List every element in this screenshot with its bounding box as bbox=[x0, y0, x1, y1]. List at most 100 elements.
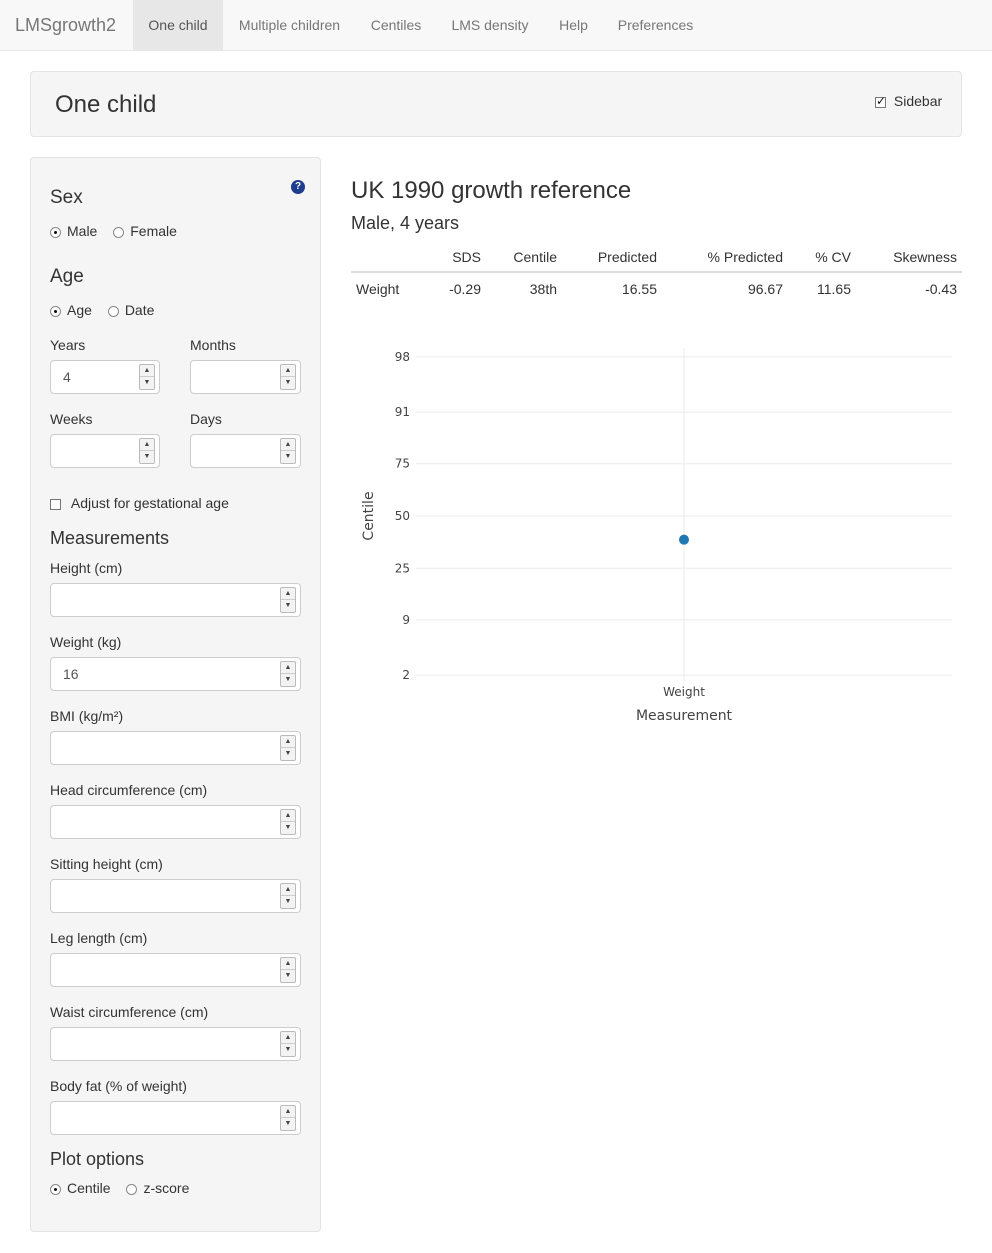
spinner-up-icon[interactable]: ▲ bbox=[281, 662, 295, 674]
spinner-down-icon[interactable]: ▼ bbox=[281, 674, 295, 686]
table-header: SDS bbox=[426, 242, 486, 273]
measurement-label: Head circumference (cm) bbox=[50, 782, 208, 798]
spinner-down-icon[interactable]: ▼ bbox=[281, 600, 295, 612]
spinner-up-icon[interactable]: ▲ bbox=[140, 365, 154, 377]
plot-options-heading: Plot options bbox=[50, 1149, 145, 1169]
plot-options-radio-group: Centile z-score bbox=[50, 1180, 201, 1196]
measurement-spinner[interactable]: ▲ ▼ bbox=[280, 661, 296, 687]
days-input[interactable]: ▲ ▼ bbox=[190, 434, 301, 468]
weeks-input[interactable]: ▲ ▼ bbox=[50, 434, 160, 468]
measurement-input[interactable]: 16 ▲ ▼ bbox=[50, 657, 301, 691]
table-header: Predicted bbox=[562, 242, 662, 273]
radio-male-label: Male bbox=[67, 223, 98, 239]
table-header: % Predicted bbox=[662, 242, 788, 273]
measurement-input[interactable]: ▲ ▼ bbox=[50, 879, 301, 913]
spinner-up-icon[interactable]: ▲ bbox=[281, 810, 295, 822]
spinner-up-icon[interactable]: ▲ bbox=[281, 439, 295, 451]
y-tick-label: 91 bbox=[395, 405, 410, 419]
radio-female[interactable] bbox=[113, 226, 125, 238]
measurement-spinner[interactable]: ▲ ▼ bbox=[280, 1031, 296, 1057]
table-header bbox=[351, 242, 426, 273]
question-circle-icon[interactable]: ? bbox=[291, 180, 305, 194]
sex-option-female[interactable]: Female bbox=[113, 223, 177, 239]
spinner-up-icon[interactable]: ▲ bbox=[281, 588, 295, 600]
app-brand[interactable]: LMSgrowth2 bbox=[15, 15, 116, 36]
radio-age-label: Age bbox=[67, 302, 92, 318]
radio-date[interactable] bbox=[107, 305, 119, 317]
table-header-row: SDS Centile Predicted % Predicted % CV S… bbox=[351, 242, 962, 273]
table-header: Skewness bbox=[856, 242, 962, 273]
radio-female-label: Female bbox=[130, 223, 177, 239]
months-spinner[interactable]: ▲ ▼ bbox=[280, 364, 296, 390]
measurement-spinner[interactable]: ▲ ▼ bbox=[280, 957, 296, 983]
spinner-down-icon[interactable]: ▼ bbox=[140, 377, 154, 389]
measurement-spinner[interactable]: ▲ ▼ bbox=[280, 735, 296, 761]
sex-radio-group: Male Female bbox=[50, 223, 189, 239]
years-input[interactable]: 4 ▲ ▼ bbox=[50, 360, 160, 394]
spinner-up-icon[interactable]: ▲ bbox=[281, 736, 295, 748]
plot-option-centile[interactable]: Centile bbox=[50, 1180, 111, 1196]
results-table: SDS Centile Predicted % Predicted % CV S… bbox=[351, 242, 962, 304]
centile-chart[interactable]: 2 9 25 50 75 91 98 Weight Measurement Centile bbox=[351, 330, 962, 740]
measurement-input[interactable]: ▲ ▼ bbox=[50, 805, 301, 839]
gestational-age-toggle[interactable]: Adjust for gestational age bbox=[50, 495, 229, 511]
radio-centile[interactable] bbox=[50, 1183, 61, 1195]
years-spinner[interactable]: ▲ ▼ bbox=[139, 364, 155, 390]
gestational-age-checkbox[interactable] bbox=[50, 498, 61, 510]
years-value: 4 bbox=[63, 369, 71, 385]
results-title: UK 1990 growth reference bbox=[351, 177, 632, 204]
spinner-up-icon[interactable]: ▲ bbox=[140, 439, 154, 451]
sidebar-toggle[interactable]: Sidebar bbox=[875, 93, 942, 109]
months-input[interactable]: ▲ ▼ bbox=[190, 360, 301, 394]
tab-help[interactable]: Help bbox=[544, 0, 603, 50]
radio-zscore[interactable] bbox=[126, 1183, 138, 1195]
sex-heading: Sex bbox=[50, 187, 83, 208]
measurement-input[interactable]: ▲ ▼ bbox=[50, 1027, 301, 1061]
x-tick-label: Weight bbox=[663, 685, 705, 699]
measurement-input[interactable]: ▲ ▼ bbox=[50, 1101, 301, 1135]
measurement-label: Weight (kg) bbox=[50, 634, 122, 650]
spinner-down-icon[interactable]: ▼ bbox=[281, 1118, 295, 1130]
spinner-down-icon[interactable]: ▼ bbox=[281, 748, 295, 760]
spinner-down-icon[interactable]: ▼ bbox=[281, 451, 295, 463]
radio-centile-label: Centile bbox=[67, 1180, 111, 1196]
spinner-up-icon[interactable]: ▲ bbox=[281, 884, 295, 896]
measurement-input[interactable]: ▲ ▼ bbox=[50, 731, 301, 765]
age-option-date[interactable]: Date bbox=[107, 302, 154, 318]
sidebar-checkbox[interactable] bbox=[875, 94, 886, 108]
gestational-age-label: Adjust for gestational age bbox=[70, 495, 229, 511]
tab-preferences[interactable]: Preferences bbox=[603, 0, 708, 50]
table-header: % CV bbox=[788, 242, 856, 273]
tab-one-child[interactable]: One child bbox=[133, 0, 223, 50]
tab-centiles[interactable]: Centiles bbox=[356, 0, 436, 50]
radio-male[interactable] bbox=[50, 226, 61, 238]
spinner-down-icon[interactable]: ▼ bbox=[281, 970, 295, 982]
measurement-label: Leg length (cm) bbox=[50, 930, 148, 946]
spinner-up-icon[interactable]: ▲ bbox=[281, 1106, 295, 1118]
days-spinner[interactable]: ▲ ▼ bbox=[280, 438, 296, 464]
measurement-input[interactable]: ▲ ▼ bbox=[50, 583, 301, 617]
measurement-spinner[interactable]: ▲ ▼ bbox=[280, 587, 296, 613]
spinner-down-icon[interactable]: ▼ bbox=[281, 822, 295, 834]
weeks-spinner[interactable]: ▲ ▼ bbox=[139, 438, 155, 464]
title-panel: One child Sidebar bbox=[30, 71, 962, 137]
age-option-age[interactable]: Age bbox=[50, 302, 92, 318]
measurement-spinner[interactable]: ▲ ▼ bbox=[280, 809, 296, 835]
sex-option-male[interactable]: Male bbox=[50, 223, 97, 239]
spinner-down-icon[interactable]: ▼ bbox=[281, 1044, 295, 1056]
tab-lms-density[interactable]: LMS density bbox=[436, 0, 544, 50]
measurement-spinner[interactable]: ▲ ▼ bbox=[280, 1105, 296, 1131]
spinner-up-icon[interactable]: ▲ bbox=[281, 958, 295, 970]
plot-option-zscore[interactable]: z-score bbox=[126, 1180, 189, 1196]
spinner-down-icon[interactable]: ▼ bbox=[140, 451, 154, 463]
spinner-up-icon[interactable]: ▲ bbox=[281, 1032, 295, 1044]
measurement-input[interactable]: ▲ ▼ bbox=[50, 953, 301, 987]
radio-age[interactable] bbox=[50, 305, 61, 317]
measurement-value: 16 bbox=[63, 666, 79, 682]
tab-multiple-children[interactable]: Multiple children bbox=[223, 0, 356, 50]
measurement-spinner[interactable]: ▲ ▼ bbox=[280, 883, 296, 909]
spinner-down-icon[interactable]: ▼ bbox=[281, 377, 295, 389]
age-radio-group: Age Date bbox=[50, 302, 166, 318]
spinner-up-icon[interactable]: ▲ bbox=[281, 365, 295, 377]
spinner-down-icon[interactable]: ▼ bbox=[281, 896, 295, 908]
